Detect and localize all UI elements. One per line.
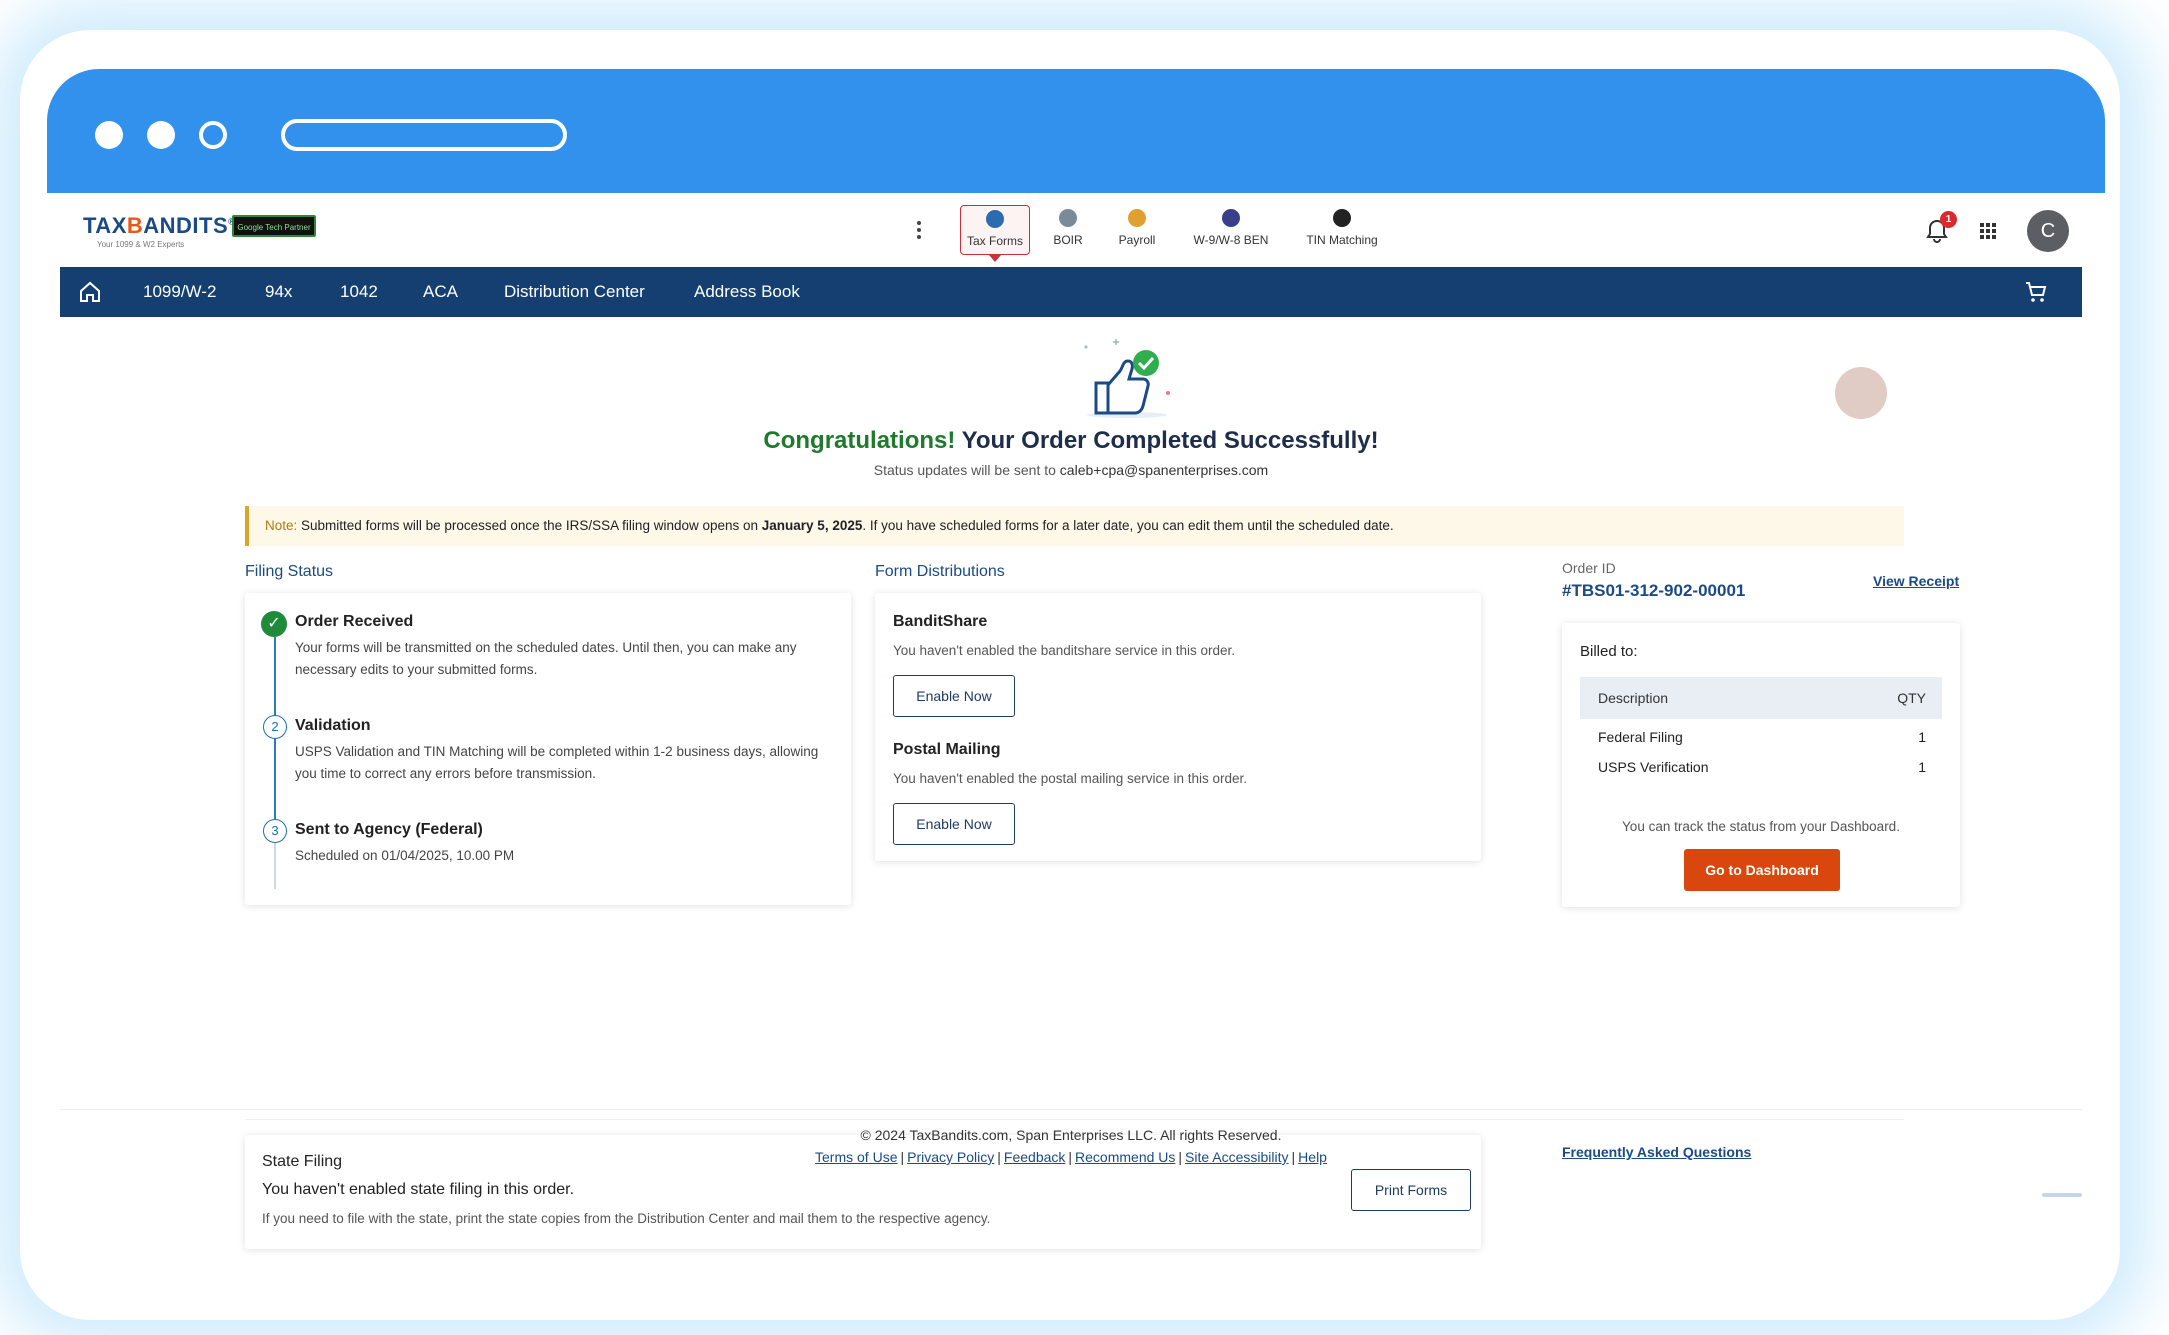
- enable-postal-mailing-button[interactable]: Enable Now: [893, 803, 1015, 845]
- billing-card: Billed to: Description QTY Federal Filin…: [1562, 623, 1960, 907]
- step-order-received: Order Received Your forms will be transm…: [295, 613, 797, 677]
- taxbandits-logo[interactable]: TAXBANDITS® Your 1099 & W2 Experts: [83, 213, 235, 249]
- enable-banditshare-button[interactable]: Enable Now: [893, 675, 1015, 717]
- top-bar: TAXBANDITS® Your 1099 & W2 Experts Googl…: [60, 193, 2082, 267]
- billed-to-title: Billed to:: [1580, 643, 1638, 660]
- view-receipt-link[interactable]: View Receipt: [1873, 573, 1959, 589]
- filing-status-title: Filing Status: [245, 563, 334, 580]
- recommend-link[interactable]: Recommend Us: [1075, 1149, 1175, 1165]
- order-id: #TBS01-312-902-00001: [1562, 581, 1746, 600]
- step-sent-to-agency: Sent to Agency (Federal) Scheduled on 01…: [295, 821, 515, 863]
- success-heading: Congratulations! Your Order Completed Su…: [763, 427, 1379, 454]
- more-menu-icon[interactable]: [917, 221, 921, 242]
- accessibility-link[interactable]: Site Accessibility: [1185, 1149, 1288, 1165]
- step-number: 2: [263, 715, 287, 739]
- order-id-label: Order ID: [1562, 560, 1616, 576]
- print-forms-button[interactable]: Print Forms: [1351, 1169, 1471, 1211]
- postal-mailing-title: Postal Mailing: [893, 741, 1001, 758]
- browser-window: TAXBANDITS® Your 1099 & W2 Experts Googl…: [47, 69, 2105, 1275]
- nav-distribution-center[interactable]: Distribution Center: [504, 282, 645, 302]
- product-tin-matching[interactable]: TIN Matching: [1295, 209, 1389, 257]
- cart-icon[interactable]: [2024, 280, 2048, 309]
- tax-forms-icon: [986, 210, 1004, 228]
- feedback-link[interactable]: Feedback: [1004, 1149, 1065, 1165]
- step-validation: Validation USPS Validation and TIN Match…: [295, 717, 819, 781]
- app: TAXBANDITS® Your 1099 & W2 Experts Googl…: [60, 193, 2082, 1275]
- step-done-icon: ✓: [261, 611, 287, 637]
- track-status-text: You can track the status from your Dashb…: [1622, 819, 1900, 834]
- product-payroll[interactable]: Payroll: [1112, 209, 1162, 257]
- banditshare-title: BanditShare: [893, 613, 988, 630]
- user-avatar[interactable]: C: [2027, 210, 2069, 252]
- nav-aca[interactable]: ACA: [423, 282, 458, 302]
- window-maximize-button[interactable]: [199, 121, 227, 149]
- window-minimize-button[interactable]: [147, 121, 175, 149]
- payroll-icon: [1128, 209, 1146, 227]
- main-nav: 1099/W-2 94x 1042 ACA Distribution Cente…: [60, 267, 2082, 317]
- window-close-button[interactable]: [95, 121, 123, 149]
- product-w9-w8ben[interactable]: W-9/W-8 BEN: [1186, 209, 1276, 257]
- go-to-dashboard-button[interactable]: Go to Dashboard: [1684, 849, 1840, 891]
- nav-address-book[interactable]: Address Book: [694, 282, 800, 302]
- status-updates-text: Status updates will be sent to caleb+cpa…: [873, 462, 1269, 478]
- postal-mailing-desc: You haven't enabled the postal mailing s…: [893, 771, 1248, 786]
- help-link[interactable]: Help: [1298, 1149, 1327, 1165]
- thumbs-up-icon: [1072, 335, 1182, 428]
- privacy-link[interactable]: Privacy Policy: [907, 1149, 994, 1165]
- w9-icon: [1222, 209, 1240, 227]
- billing-table-header: Description QTY: [1580, 677, 1942, 719]
- boir-icon: [1059, 209, 1077, 227]
- nav-1099-w2[interactable]: 1099/W-2: [143, 282, 216, 302]
- footer-logo: [2042, 1193, 2082, 1197]
- divider: [245, 1119, 1904, 1120]
- product-boir[interactable]: BOIR: [1050, 209, 1086, 257]
- mouse-cursor: [1835, 367, 1887, 419]
- nav-1042[interactable]: 1042: [340, 282, 378, 302]
- state-filing-desc: If you need to file with the state, prin…: [262, 1211, 991, 1226]
- footer-divider: [60, 1109, 2082, 1110]
- banditshare-desc: You haven't enabled the banditshare serv…: [893, 643, 1236, 658]
- filing-window-note: Note: Submitted forms will be processed …: [245, 506, 1904, 546]
- tin-matching-icon: [1333, 209, 1351, 227]
- notification-badge: 1: [1940, 211, 1957, 228]
- filing-status-card: ✓ 2 3 Order Received Your forms will be …: [245, 593, 851, 905]
- home-icon[interactable]: [78, 280, 102, 309]
- address-bar[interactable]: [281, 119, 567, 151]
- footer-links: Terms of Use | Privacy Policy | Feedback | Rec…: [815, 1149, 1327, 1165]
- nav-94x[interactable]: 94x: [265, 282, 292, 302]
- browser-chrome: [47, 69, 2105, 193]
- terms-link[interactable]: Terms of Use: [815, 1149, 897, 1165]
- apps-grid-icon[interactable]: [1980, 223, 1998, 241]
- state-filing-subtitle: You haven't enabled state filing in this…: [262, 1181, 575, 1198]
- partner-badge: Google Tech Partner: [232, 215, 316, 237]
- form-distributions-card: BanditShare You haven't enabled the band…: [875, 593, 1481, 861]
- product-tax-forms[interactable]: Tax Forms: [960, 205, 1030, 262]
- copyright: © 2024 TaxBandits.com, Span Enterprises …: [860, 1127, 1282, 1143]
- form-distributions-title: Form Distributions: [875, 563, 1005, 580]
- step-number: 3: [263, 819, 287, 843]
